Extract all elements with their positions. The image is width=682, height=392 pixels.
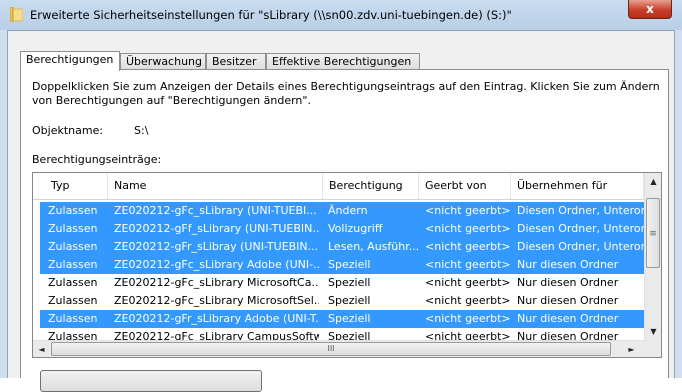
close-button[interactable]: x: [628, 0, 672, 19]
cell-apply: Nur diesen Ordner: [517, 258, 619, 271]
table-row[interactable]: Zulassen ZE020212-gFc_sLibrary Microsoft…: [40, 292, 644, 310]
tab-ueberwachung[interactable]: Überwachung: [120, 53, 206, 70]
vertical-scroll-thumb[interactable]: ≡: [646, 198, 660, 268]
cell-name: ZE020212-gFr_sLibray (UNI-TUEBIN...: [114, 240, 319, 253]
tab-effektive-berechtigungen[interactable]: Effektive Berechtigungen: [266, 53, 420, 70]
cell-name: ZE020212-gFc_sLibrary (UNI-TUEBI...: [114, 204, 317, 217]
cell-type: Zulassen: [48, 294, 98, 307]
column-header-berechtigung[interactable]: Berechtigung: [323, 173, 419, 199]
table-row[interactable]: Zulassen ZE020212-gFc_sLibrary Adobe (UN…: [40, 256, 644, 274]
cell-type: Zulassen: [48, 240, 98, 253]
cell-permission: Speziell: [328, 294, 371, 307]
entries-label: Berechtigungseinträge:: [32, 153, 162, 166]
horizontal-scroll-thumb[interactable]: III: [51, 342, 611, 356]
cell-permission: Speziell: [328, 258, 371, 271]
security-dialog: Erweiterte Sicherheitseinstellungen für …: [0, 0, 682, 392]
close-icon: x: [646, 2, 654, 16]
tab-besitzer[interactable]: Besitzer: [206, 53, 266, 70]
cell-apply: Diesen Ordner, Unterordr: [517, 240, 644, 253]
cell-inherited: <nicht geerbt>: [425, 222, 511, 235]
cell-type: Zulassen: [48, 258, 98, 271]
table-row[interactable]: Zulassen ZE020212-gFf_sLibrary (UNI-TUEB…: [40, 220, 644, 238]
permission-entries-list[interactable]: Typ Name Berechtigung Geerbt von Überneh…: [32, 172, 662, 358]
cell-permission: Speziell: [328, 276, 371, 289]
title-bar[interactable]: Erweiterte Sicherheitseinstellungen für …: [0, 0, 682, 30]
object-name-label: Objektname:: [32, 124, 104, 137]
scrollbar-corner: [644, 340, 661, 357]
object-name-value: S:\: [134, 124, 149, 137]
cell-type: Zulassen: [48, 312, 98, 325]
vertical-scrollbar[interactable]: ▲ ≡ ▼: [644, 173, 661, 340]
cell-inherited: <nicht geerbt>: [425, 276, 511, 289]
cell-inherited: <nicht geerbt>: [425, 240, 511, 253]
tab-berechtigungen[interactable]: Berechtigungen: [20, 51, 120, 71]
cell-apply: Nur diesen Ordner: [517, 312, 619, 325]
scroll-left-icon[interactable]: ◄: [33, 341, 50, 357]
cell-name: ZE020212-gFc_sLibrary MicrosoftCa...: [114, 276, 319, 289]
scroll-down-icon[interactable]: ▼: [645, 323, 661, 340]
window-title: Erweiterte Sicherheitseinstellungen für …: [30, 8, 512, 22]
cell-apply: Diesen Ordner, Unterordr: [517, 222, 644, 235]
cell-apply: Nur diesen Ordner: [517, 294, 619, 307]
cell-inherited: <nicht geerbt>: [425, 204, 511, 217]
scroll-right-icon[interactable]: ►: [623, 341, 640, 357]
instructions-text: Doppelklicken Sie zum Anzeigen der Detai…: [32, 80, 660, 107]
cell-type: Zulassen: [48, 204, 98, 217]
column-header-geerbt-von[interactable]: Geerbt von: [419, 173, 511, 199]
change-permissions-button[interactable]: [40, 370, 262, 392]
cell-name: ZE020212-gFf_sLibrary (UNI-TUEBIN...: [114, 222, 319, 235]
table-row[interactable]: Zulassen ZE020212-gFr_sLibray (UNI-TUEBI…: [40, 238, 644, 256]
cell-inherited: <nicht geerbt>: [425, 258, 511, 271]
cell-permission: Lesen, Ausführ...: [328, 240, 418, 253]
folder-icon: [10, 7, 23, 22]
cell-permission: Speziell: [328, 312, 371, 325]
scroll-up-icon[interactable]: ▲: [645, 173, 661, 190]
cell-name: ZE020212-gFc_sLibrary Adobe (UNI-...: [114, 258, 319, 271]
cell-name: ZE020212-gFr_sLibrary Adobe (UNI-T...: [114, 312, 319, 325]
cell-type: Zulassen: [48, 222, 98, 235]
grip-icon: ≡: [649, 229, 657, 239]
table-row[interactable]: Zulassen ZE020212-gFc_sLibrary Microsoft…: [40, 274, 644, 292]
list-header: Typ Name Berechtigung Geerbt von Überneh…: [33, 173, 644, 200]
column-header-typ[interactable]: Typ: [45, 173, 108, 199]
table-row[interactable]: Zulassen ZE020212-gFc_sLibrary (UNI-TUEB…: [40, 202, 644, 220]
cell-apply: Diesen Ordner, Unterordr: [517, 204, 644, 217]
column-header-uebernehmen-fuer[interactable]: Übernehmen für: [511, 173, 644, 199]
cell-type: Zulassen: [48, 276, 98, 289]
cell-permission: Vollzugriff: [328, 222, 383, 235]
horizontal-scrollbar[interactable]: ◄ III ►: [33, 340, 644, 357]
cell-inherited: <nicht geerbt>: [425, 312, 511, 325]
column-header-name[interactable]: Name: [108, 173, 323, 199]
cell-name: ZE020212-gFc_sLibrary MicrosoftSel...: [114, 294, 319, 307]
cell-inherited: <nicht geerbt>: [425, 294, 511, 307]
cell-apply: Nur diesen Ordner: [517, 276, 619, 289]
cell-permission: Ändern: [328, 204, 368, 217]
table-row[interactable]: Zulassen ZE020212-gFr_sLibrary Adobe (UN…: [40, 310, 644, 328]
